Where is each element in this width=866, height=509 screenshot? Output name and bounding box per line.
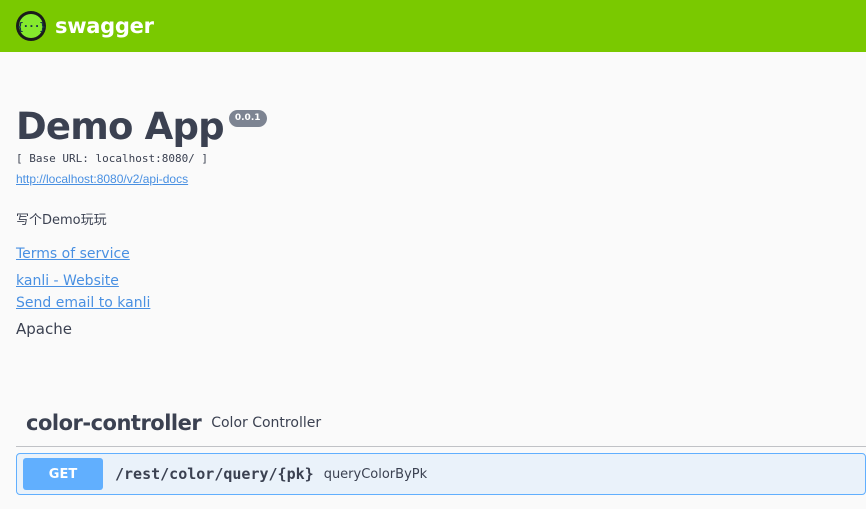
operation-path: /rest/color/query/{pk} bbox=[115, 465, 314, 483]
http-method-badge: GET bbox=[23, 458, 103, 490]
tag-description: Color Controller bbox=[211, 415, 322, 431]
license: Apache bbox=[16, 320, 72, 338]
topbar: {···} swagger bbox=[0, 0, 866, 52]
api-docs-link[interactable]: http://localhost:8080/v2/api-docs bbox=[16, 172, 188, 186]
title-row: Demo App 0.0.1 bbox=[16, 104, 856, 150]
operation-block-get[interactable]: GET /rest/color/query/{pk} queryColorByP… bbox=[16, 453, 866, 495]
terms-of-service-link[interactable]: Terms of service bbox=[16, 246, 130, 262]
swagger-logo-link[interactable]: {···} swagger bbox=[16, 11, 154, 41]
tag-header[interactable]: color-controller Color Controller bbox=[16, 400, 866, 447]
tag-name: color-controller bbox=[26, 411, 202, 435]
page-title: Demo App bbox=[16, 105, 225, 148]
operation-summary: queryColorByPk bbox=[323, 466, 428, 482]
tag-section-color-controller: color-controller Color Controller GET /r… bbox=[16, 400, 866, 495]
api-description: 写个Demo玩玩 bbox=[16, 213, 107, 228]
version-badge: 0.0.1 bbox=[228, 110, 267, 127]
swagger-logo-icon: {···} bbox=[16, 11, 46, 41]
contact-website-link[interactable]: kanli - Website bbox=[16, 273, 119, 289]
contact-email-link[interactable]: Send email to kanli bbox=[16, 295, 150, 311]
swagger-logo-glyph: {···} bbox=[17, 14, 46, 38]
base-url: [ Base URL: localhost:8080/ ] bbox=[16, 152, 209, 165]
api-info: Demo App 0.0.1 [ Base URL: localhost:808… bbox=[16, 104, 856, 338]
brand-name: swagger bbox=[55, 14, 154, 38]
